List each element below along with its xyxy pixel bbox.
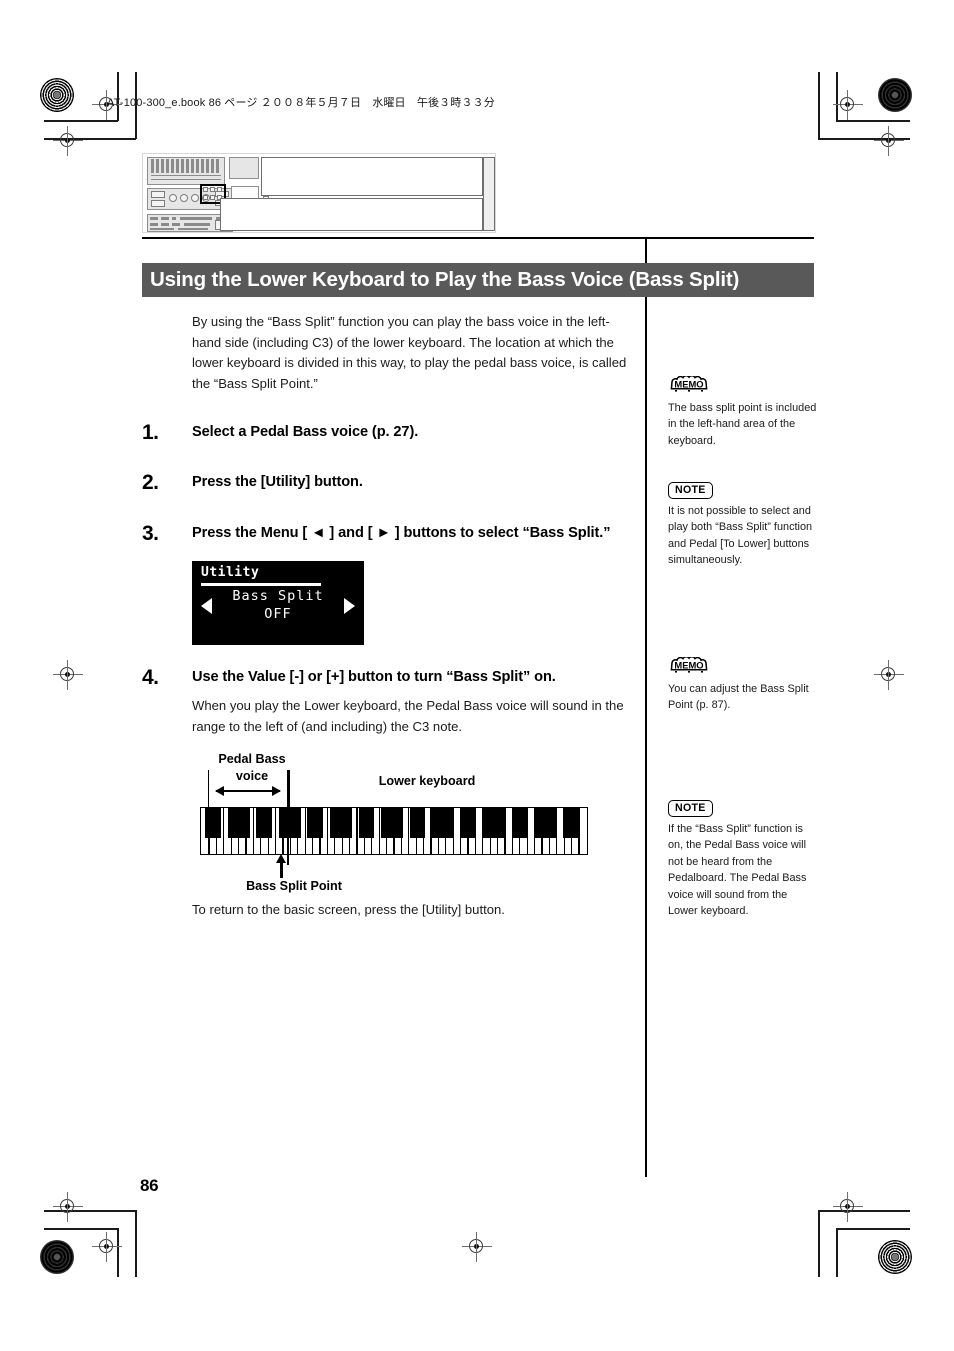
note-badge: NOTE bbox=[668, 482, 713, 499]
section-banner: Using the Lower Keyboard to Play the Bas… bbox=[142, 263, 814, 297]
step-2-text: Press the [Utility] button. bbox=[192, 474, 363, 490]
registration-mark-bottom-right bbox=[833, 1192, 863, 1222]
intro-paragraph: By using the “Bass Split” function you c… bbox=[192, 314, 627, 391]
crop-mark-top-right-h bbox=[836, 120, 910, 122]
intro-block: By using the “Bass Split” function you c… bbox=[192, 312, 630, 394]
registration-mark-bottom-left bbox=[53, 1192, 83, 1222]
registration-mark-top-right bbox=[833, 90, 863, 120]
step-1-text: Select a Pedal Bass voice (p. 27). bbox=[192, 424, 419, 440]
keyboard-graphic bbox=[200, 807, 588, 855]
registration-target-bottom-left bbox=[40, 1240, 74, 1274]
step-4: 4. Use the Value [-] or [+] button to tu… bbox=[142, 667, 642, 737]
pedal-bass-range-arrow bbox=[215, 786, 281, 796]
step-4-number: 4. bbox=[142, 666, 159, 689]
registration-mark-left-middle bbox=[53, 660, 83, 690]
crop-mark-bottom-left-h bbox=[44, 1228, 118, 1230]
sidebar-note-1: MEMO The bass split point is included in… bbox=[668, 376, 818, 449]
lcd-title-underline bbox=[201, 583, 321, 586]
sidebar-note-2: NOTE It is not possible to select and pl… bbox=[668, 480, 818, 569]
header-rule bbox=[142, 237, 814, 240]
svg-text:MEMO: MEMO bbox=[674, 379, 703, 390]
crop-mark-bottom-right-h bbox=[836, 1228, 910, 1230]
organ-illustration bbox=[142, 153, 496, 233]
crop-mark-top-left-h bbox=[44, 120, 118, 122]
crop-mark-bottom-right-v2 bbox=[818, 1210, 820, 1277]
registration-target-bottom-right bbox=[878, 1240, 912, 1274]
page-number: 86 bbox=[140, 1176, 159, 1195]
book-header-line: AT-100-300_e.book 86 ページ ２００８年５月７日 水曜日 午… bbox=[107, 97, 495, 109]
sidebar-note-1-text: The bass split point is included in the … bbox=[668, 402, 817, 447]
step-2-number: 2. bbox=[142, 471, 159, 494]
note-badge: NOTE bbox=[668, 800, 713, 817]
registration-target-top-left bbox=[40, 78, 74, 112]
memo-icon: MEMO bbox=[668, 657, 710, 674]
pedal-bass-label-line1: Pedal Bass bbox=[218, 752, 286, 766]
keyboard-split-diagram: Pedal Bass voice Lower keyboard Bass Spl… bbox=[192, 752, 592, 900]
registration-target-top-right bbox=[878, 78, 912, 112]
step-4-subtext: When you play the Lower keyboard, the Pe… bbox=[192, 698, 624, 734]
memo-icon: MEMO bbox=[668, 376, 710, 393]
page-title: Using the Lower Keyboard to Play the Bas… bbox=[150, 268, 740, 291]
step-3-text: Press the Menu [ ◄ ] and [ ► ] buttons t… bbox=[192, 525, 611, 541]
bass-split-point-label: Bass Split Point bbox=[246, 879, 342, 893]
crop-mark-top-right-v2 bbox=[818, 72, 820, 139]
step-1-number: 1. bbox=[142, 421, 159, 444]
manual-page: AT-100-300_e.book 86 ページ ２００８年５月７日 水曜日 午… bbox=[0, 0, 954, 1351]
step-3-number: 3. bbox=[142, 522, 159, 545]
sidebar-note-2-text: It is not possible to select and play bo… bbox=[668, 505, 813, 567]
sidebar-note-4-text: If the “Bass Split” function is on, the … bbox=[668, 823, 807, 918]
lower-keyboard-label: Lower keyboard bbox=[378, 774, 476, 788]
lcd-display: Utility Bass Split OFF bbox=[192, 561, 364, 645]
step-4-text: Use the Value [-] or [+] button to turn … bbox=[192, 669, 556, 685]
lcd-parameter-value: OFF bbox=[264, 606, 292, 622]
column-divider bbox=[645, 237, 647, 1177]
closing-text: To return to the basic screen, press the… bbox=[192, 902, 505, 917]
sidebar-note-3-text: You can adjust the Bass Split Point (p. … bbox=[668, 683, 809, 712]
registration-mark-top-left bbox=[53, 126, 83, 156]
crop-mark-bottom-right-h2 bbox=[818, 1210, 910, 1212]
step-2: 2. Press the [Utility] button. bbox=[142, 471, 642, 494]
registration-mark-bottom-center-right bbox=[462, 1232, 492, 1262]
lcd-title: Utility bbox=[201, 565, 260, 580]
sidebar-note-3: MEMO You can adjust the Bass Split Point… bbox=[668, 657, 818, 714]
sidebar-note-4: NOTE If the “Bass Split” function is on,… bbox=[668, 798, 818, 919]
registration-mark-bottom-center bbox=[92, 1232, 122, 1262]
crop-mark-bottom-left-v2 bbox=[135, 1210, 137, 1277]
bass-split-point-arrow bbox=[276, 854, 286, 878]
lcd-parameter-name: Bass Split bbox=[232, 588, 324, 604]
step-1: 1. Select a Pedal Bass voice (p. 27). bbox=[142, 421, 642, 444]
step-3: 3. Press the Menu [ ◄ ] and [ ► ] button… bbox=[142, 522, 652, 545]
crop-mark-bottom-right-v bbox=[836, 1228, 838, 1277]
svg-text:MEMO: MEMO bbox=[674, 660, 703, 671]
bass-split-divider bbox=[287, 770, 290, 865]
registration-mark-top-right-2 bbox=[874, 126, 904, 156]
registration-mark-right-middle bbox=[874, 660, 904, 690]
